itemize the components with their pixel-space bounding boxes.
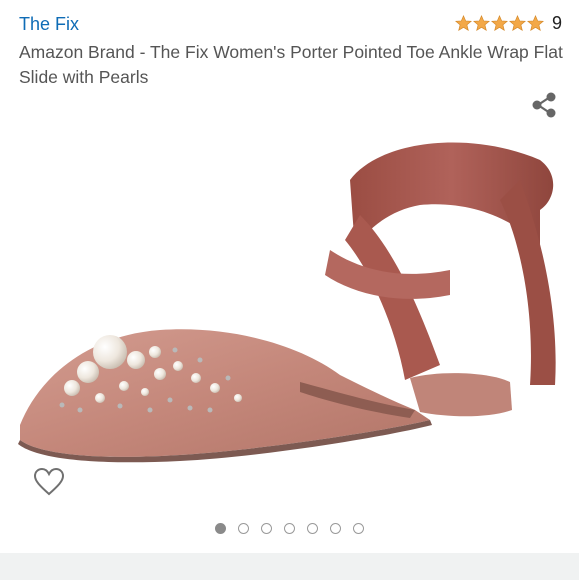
carousel-dot[interactable] — [353, 523, 364, 534]
image-carousel-indicator — [0, 523, 579, 534]
section-divider — [0, 553, 579, 580]
wishlist-button[interactable] — [32, 466, 66, 498]
product-header: The Fix 9 Amazon Brand - The Fix Women's… — [0, 0, 579, 90]
carousel-dot[interactable] — [330, 523, 341, 534]
rating-summary[interactable]: 9 — [454, 13, 562, 33]
shoe-illustration — [18, 142, 556, 463]
brand-link[interactable]: The Fix — [19, 13, 79, 35]
product-image[interactable] — [0, 120, 579, 520]
heart-icon — [33, 467, 65, 496]
star-icon — [472, 14, 490, 31]
carousel-dot[interactable] — [284, 523, 295, 534]
star-icon — [490, 14, 508, 31]
rating-count: 9 — [551, 13, 562, 33]
star-icon — [508, 14, 526, 31]
share-icon — [532, 92, 556, 118]
product-title: Amazon Brand - The Fix Women's Porter Po… — [19, 42, 563, 87]
carousel-dot[interactable] — [261, 523, 272, 534]
carousel-dot[interactable] — [215, 523, 226, 534]
carousel-dot[interactable] — [307, 523, 318, 534]
star-icon — [526, 14, 544, 31]
carousel-dot[interactable] — [238, 523, 249, 534]
star-rating — [454, 14, 545, 32]
share-button[interactable] — [528, 90, 562, 122]
star-icon — [454, 14, 472, 31]
